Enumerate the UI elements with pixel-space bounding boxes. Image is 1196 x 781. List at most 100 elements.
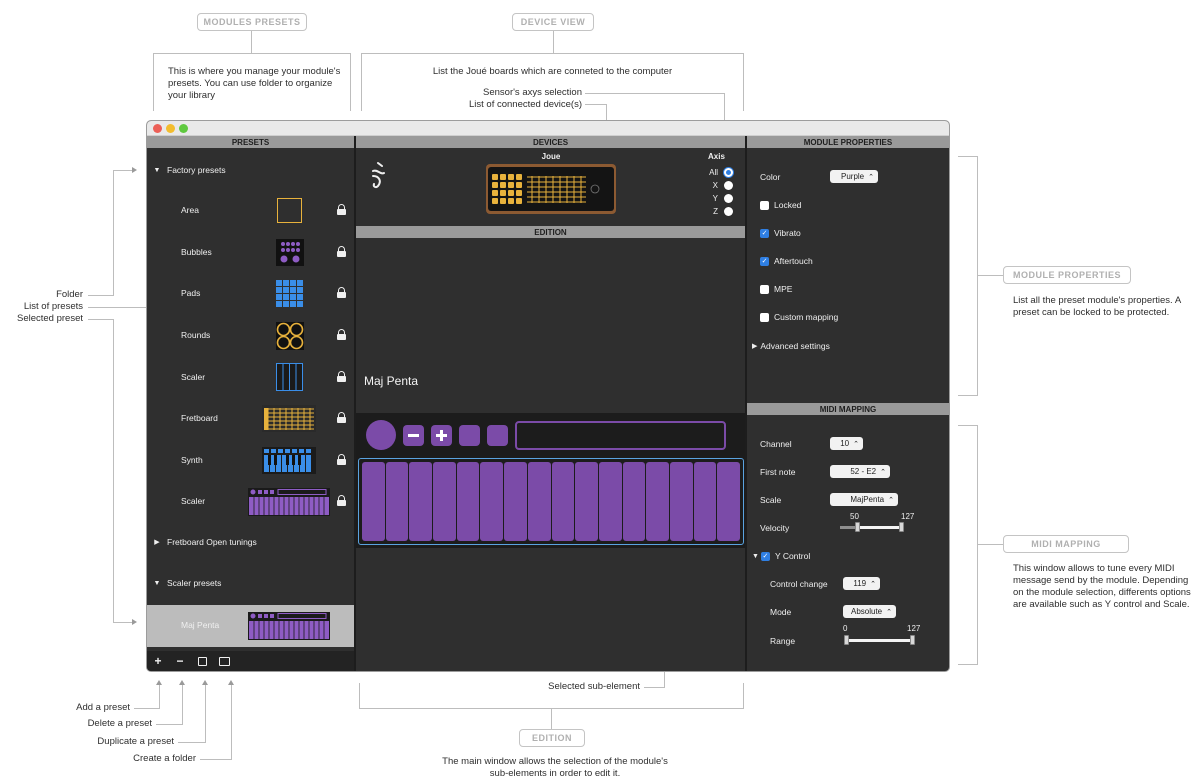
control-change-dropdown[interactable]: 119 ⌃ [843,577,880,590]
first-note-dropdown[interactable]: 52 - E2 ⌃ [830,465,890,478]
synth-thumbnail [262,447,316,474]
axis-option-z[interactable]: Z [708,207,733,216]
create-folder-button[interactable] [213,651,235,671]
range-max-handle[interactable] [910,635,915,645]
custom-mapping-checkbox[interactable]: Custom mapping [760,312,838,322]
pad-key[interactable] [362,462,385,541]
preset-item-synth[interactable]: Synth [147,441,354,481]
module-square-button-1[interactable] [459,425,480,446]
module-pads-selection[interactable] [358,458,744,545]
pointer-line [644,687,665,688]
velocity-min-handle[interactable] [855,522,860,532]
pad-key[interactable] [385,462,409,541]
mode-dropdown[interactable]: Absolute ⌃ [843,605,896,618]
checkbox-icon[interactable] [760,312,769,322]
folder-fretboard-open-tunings[interactable]: ▶ Fretboard Open tunings [147,534,354,550]
preset-item-rounds[interactable]: Rounds [147,316,354,356]
mpe-checkbox[interactable]: MPE [760,284,792,294]
preset-item-bubbles[interactable]: Bubbles [147,233,354,273]
connector-line [251,31,252,53]
radio-icon[interactable] [724,207,733,216]
radio-icon[interactable] [724,181,733,190]
axis-option-all[interactable]: All [708,168,733,177]
range-min-handle[interactable] [844,635,849,645]
range-slider[interactable] [846,639,913,642]
axis-option-x[interactable]: X [708,181,733,190]
module-square-button-2[interactable] [487,425,508,446]
checkbox-checked-icon[interactable]: ✓ [760,551,770,561]
modules-presets-label: MODULES PRESETS [197,13,307,31]
minimize-window-button[interactable] [166,124,175,133]
module-minus-button[interactable] [403,425,424,446]
folder-factory-presets[interactable]: ▼ Factory presets [147,162,354,178]
pad-key[interactable] [409,462,433,541]
lock-icon [337,454,346,465]
close-window-button[interactable] [153,124,162,133]
radio-icon[interactable] [724,194,733,203]
velocity-max-handle[interactable] [899,522,904,532]
device-view-description: List the Joué boards which are conneted … [432,66,673,77]
edition-header: EDITION [356,226,745,238]
y-control-disclosure[interactable]: ▼ ✓ Y Control [752,551,810,561]
module-properties-description: List all the preset module's properties.… [1013,295,1181,318]
preset-label: Fretboard [181,413,218,423]
checkbox-checked-icon[interactable]: ✓ [760,228,769,238]
zoom-window-button[interactable] [179,124,188,133]
preset-item-area[interactable]: Area [147,191,354,231]
pad-key[interactable] [598,462,622,541]
pad-key[interactable] [622,462,646,541]
preset-item-scaler[interactable]: Scaler [147,358,354,398]
pad-key[interactable] [527,462,551,541]
pad-key[interactable] [717,462,740,541]
pointer-line [134,708,160,709]
checkbox-checked-icon[interactable]: ✓ [760,256,769,266]
bracket-line [977,425,978,665]
module-knob[interactable] [366,420,396,450]
arrow-icon [179,680,185,685]
chevron-updown-icon: ⌃ [853,440,859,448]
duplicate-preset-button[interactable] [191,651,213,671]
aftertouch-checkbox[interactable]: ✓ Aftertouch [760,256,813,266]
axis-option-label: Y [712,194,718,203]
velocity-range-slider[interactable] [840,526,902,529]
module-slider-strip[interactable] [515,421,726,450]
scale-dropdown[interactable]: MajPenta ⌃ [830,493,898,506]
connected-device-joue[interactable] [486,164,616,214]
triangle-right-icon: ▶ [154,539,160,546]
device-layout-thumbnail [492,174,600,204]
radio-selected-icon[interactable] [724,168,733,177]
add-preset-button[interactable]: + [147,651,169,671]
axis-option-y[interactable]: Y [708,194,733,203]
pad-key[interactable] [575,462,598,541]
pad-key[interactable] [480,462,504,541]
checkbox-icon[interactable] [760,200,769,210]
color-dropdown[interactable]: Purple ⌃ [830,170,878,183]
pad-key[interactable] [456,462,480,541]
selected-sub-element-annotation: Selected sub-element [548,681,640,692]
locked-checkbox[interactable]: Locked [760,200,801,210]
checkbox-icon[interactable] [760,284,769,294]
preset-label: Pads [181,288,201,298]
preset-item-maj-penta[interactable]: Maj Penta [147,605,354,647]
pad-key[interactable] [504,462,527,541]
pointer-line [585,93,724,94]
pad-key[interactable] [646,462,669,541]
pad-key[interactable] [693,462,717,541]
lock-icon [337,371,346,382]
module-plus-button[interactable] [431,425,452,446]
preset-item-fretboard[interactable]: Fretboard [147,399,354,439]
pad-key[interactable] [669,462,693,541]
vibrato-checkbox[interactable]: ✓ Vibrato [760,228,801,238]
color-value: Purple [841,172,865,181]
preset-item-scaler-purple[interactable]: Scaler [147,482,354,522]
advanced-settings-disclosure[interactable]: ▶ Advanced settings [752,341,830,351]
folder-scaler-presets[interactable]: ▼ Scaler presets [147,575,354,591]
title-bar [147,121,949,136]
channel-dropdown[interactable]: 10 ⌃ [830,437,863,450]
delete-preset-button[interactable]: − [169,651,191,671]
axis-label: Axis [708,152,725,161]
mode-value: Absolute [850,607,883,616]
preset-item-pads[interactable]: Pads [147,274,354,314]
pad-key[interactable] [433,462,456,541]
pad-key[interactable] [551,462,575,541]
